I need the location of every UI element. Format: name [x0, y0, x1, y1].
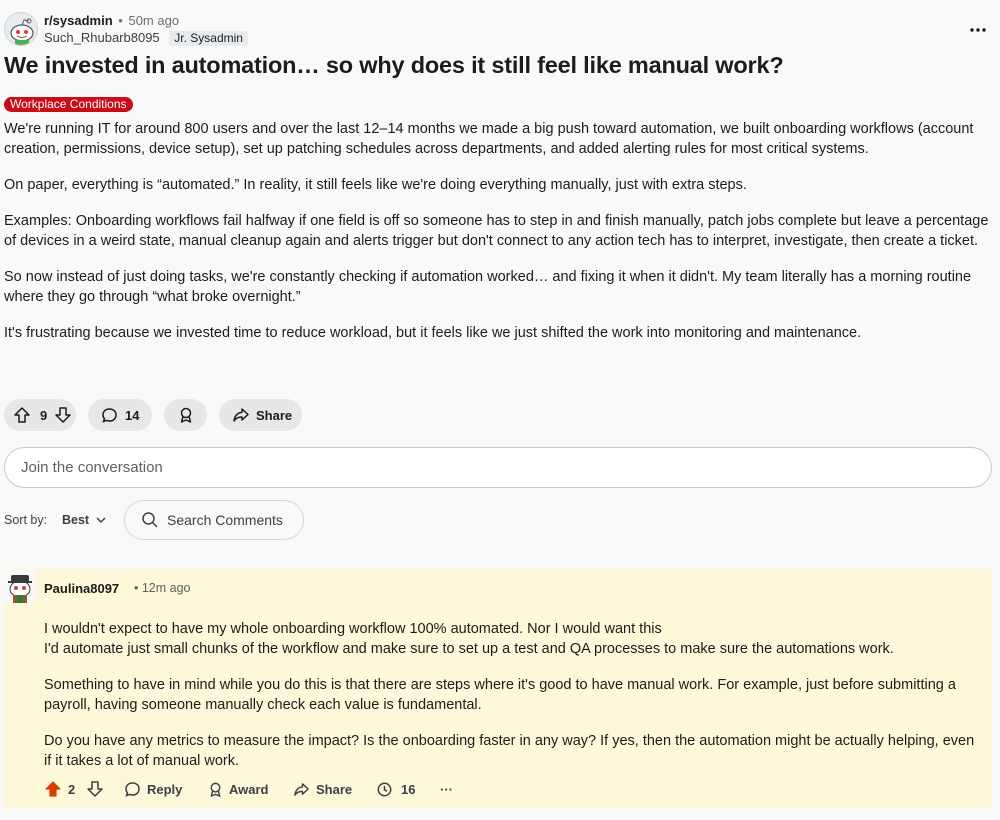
post-header: r/sysadmin • 50m ago Such_Rhubarb8095 Jr… [4, 12, 994, 48]
comment-downvote-button[interactable] [86, 779, 104, 799]
comment-count: 14 [125, 407, 140, 423]
comment-share-label: Share [316, 781, 353, 797]
sort-label: Sort by: [4, 513, 48, 527]
downvote-icon [55, 407, 71, 423]
post-paragraph: Examples: Onboarding workflows fail half… [4, 213, 989, 249]
snoo-avatar-icon [4, 571, 36, 603]
post-more-options-button[interactable] [966, 18, 990, 42]
comment-paragraph: Do you have any metrics to measure the i… [44, 733, 975, 769]
downvote-button[interactable] [54, 406, 72, 424]
vote-count: 9 [40, 407, 48, 423]
subreddit-name[interactable]: r/sysadmin [44, 13, 113, 28]
clock-icon [377, 782, 392, 796]
comment-time: • 12m ago [134, 581, 191, 595]
comment-award-button[interactable]: Award [207, 779, 269, 799]
snoo-icon [10, 18, 34, 45]
comment-paragraph: I wouldn't expect to have my whole onboa… [44, 621, 662, 637]
comment-upvote-button[interactable] [44, 779, 62, 799]
award-icon [180, 407, 191, 423]
share-icon [232, 406, 250, 424]
more-horizontal-icon [970, 28, 986, 32]
search-comments-button[interactable]: Search Comments [124, 500, 304, 540]
share-icon [294, 782, 309, 796]
post-paragraph: It's frustrating because we invested tim… [4, 325, 862, 341]
upvote-filled-icon [45, 781, 61, 797]
vote-pill: 9 [4, 399, 76, 431]
history-button[interactable]: 16 [376, 779, 415, 799]
comment-paragraph: I'd automate just small chunks of the wo… [44, 641, 894, 657]
comments-button[interactable]: 14 [88, 399, 152, 431]
post-body: We're running IT for around 800 users an… [4, 119, 994, 359]
subreddit-avatar[interactable] [4, 12, 38, 46]
comment-author[interactable]: Paulina8097 [44, 581, 119, 596]
post-author-line: Such_Rhubarb8095 Jr. Sysadmin [44, 30, 248, 46]
upvote-icon [14, 407, 30, 423]
share-button[interactable]: Share [219, 399, 302, 431]
comment-body: I wouldn't expect to have my whole onboa… [44, 619, 984, 787]
upvote-button[interactable] [13, 406, 31, 424]
comment-highlighted: Paulina8097 • 12m ago I wouldn't expect … [4, 569, 992, 809]
post-title: We invested in automation… so why does i… [4, 52, 784, 78]
comment-paragraph: Something to have in mind while you do t… [44, 677, 956, 713]
downvote-icon [87, 781, 103, 797]
award-button[interactable] [164, 399, 207, 431]
comment-icon [125, 781, 140, 797]
search-comments-label: Search Comments [167, 512, 283, 528]
sort-value: Best [62, 513, 90, 527]
search-icon [142, 512, 158, 528]
share-label: Share [256, 407, 293, 423]
post-paragraph: On paper, everything is “automated.” In … [4, 177, 747, 193]
post-paragraph: So now instead of just doing tasks, we'r… [4, 269, 972, 305]
comment-icon [101, 407, 118, 424]
join-conversation-input[interactable]: Join the conversation [4, 447, 992, 488]
post-author[interactable]: Such_Rhubarb8095 [44, 30, 160, 45]
comment-avatar[interactable] [4, 571, 36, 603]
comment-more-options-button[interactable]: ··· [440, 779, 453, 799]
post-time: 50m ago [128, 13, 180, 28]
post-paragraph: We're running IT for around 800 users an… [4, 121, 974, 157]
reply-button[interactable]: Reply [124, 779, 182, 799]
comment-time-text: 12m ago [141, 581, 191, 595]
award-icon [210, 782, 221, 797]
sort-dropdown[interactable]: Best [62, 513, 108, 527]
comment-share-button[interactable]: Share [293, 779, 352, 799]
post-meta: r/sysadmin • 50m ago [44, 13, 179, 29]
separator-dot: • [118, 13, 123, 28]
post-flair[interactable]: Workplace Conditions [4, 97, 133, 112]
reply-label: Reply [147, 781, 183, 797]
history-count: 16 [401, 781, 416, 797]
chevron-down-icon [96, 517, 106, 524]
user-flair: Jr. Sysadmin [169, 31, 248, 46]
comment-vote-count: 2 [68, 781, 76, 797]
award-label: Award [229, 781, 269, 797]
